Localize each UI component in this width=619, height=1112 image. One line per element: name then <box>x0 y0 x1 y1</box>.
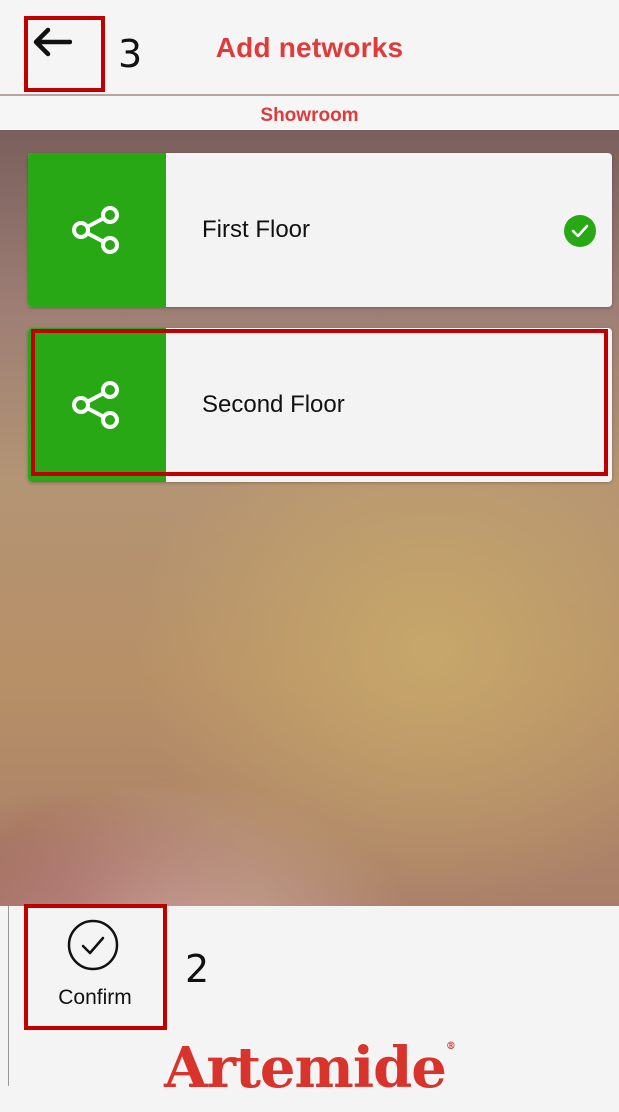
brand-logo-text: Artemide <box>164 1035 447 1101</box>
share-icon <box>72 206 119 254</box>
registered-mark: ® <box>445 1041 456 1052</box>
annotation-box-confirm <box>24 904 167 1030</box>
brand-logo: Artemide® <box>0 1035 619 1101</box>
annotation-box-back <box>24 16 105 92</box>
location-title: Showroom <box>260 105 359 126</box>
network-icon-block <box>28 153 166 307</box>
network-label: First Floor <box>202 216 310 243</box>
annotation-box-second-floor <box>31 329 608 476</box>
annotation-number-back: 3 <box>118 32 143 76</box>
network-item-first-floor[interactable]: First Floor <box>28 153 612 307</box>
check-circle-icon <box>564 215 596 247</box>
annotation-number-confirm: 2 <box>185 947 210 991</box>
